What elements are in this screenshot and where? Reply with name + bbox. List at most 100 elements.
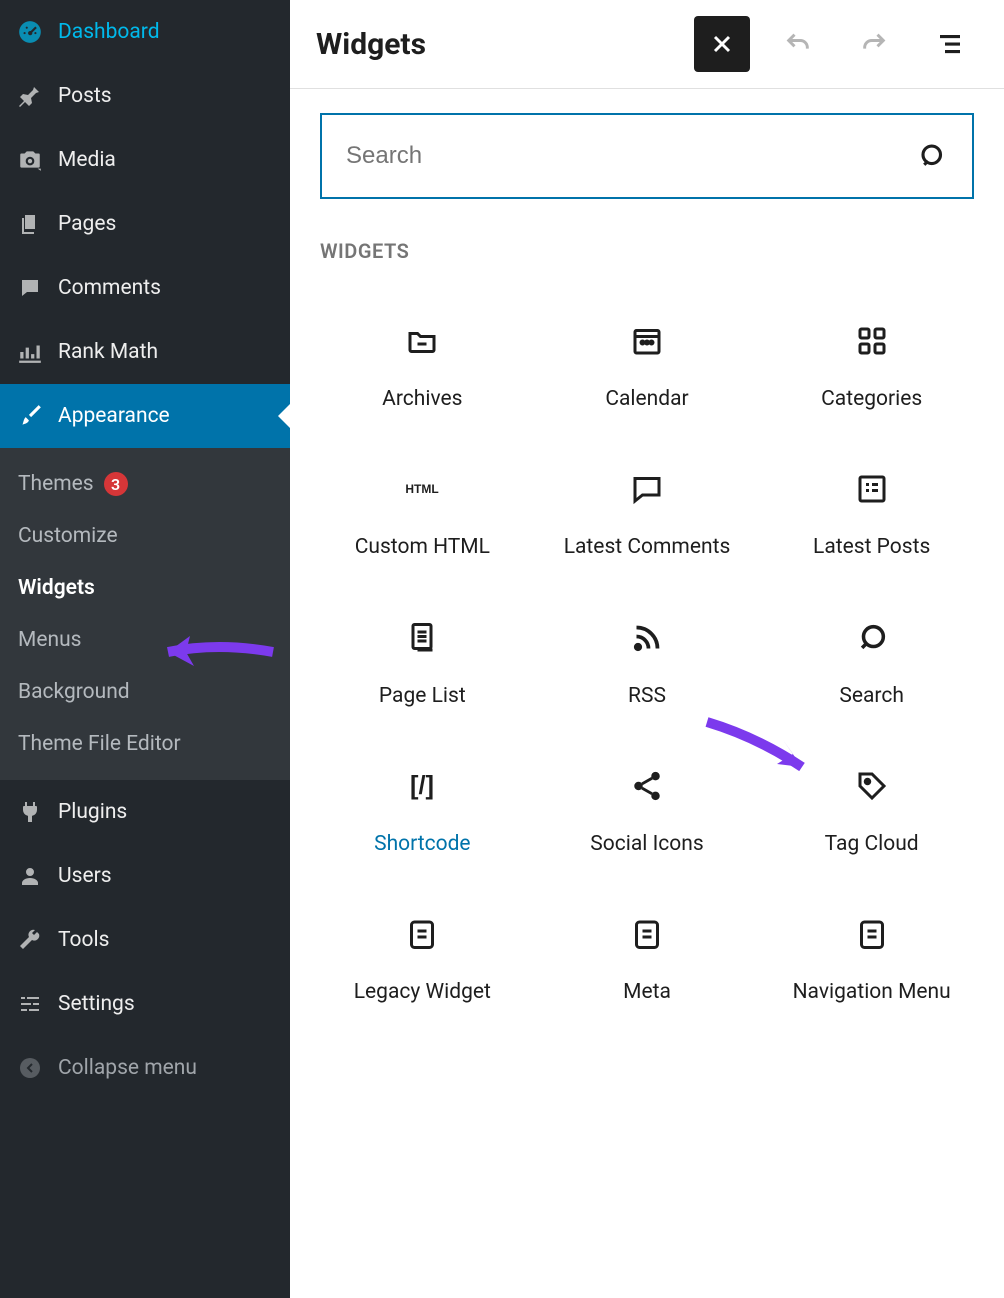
sidebar-item-rankmath[interactable]: Rank Math [0,320,290,384]
categories-icon [852,321,892,361]
redo-icon [860,30,888,58]
close-inserter-button[interactable] [694,16,750,72]
widget-label: Search [839,682,904,710]
submenu-label: Themes [18,472,94,496]
widget-label: Navigation Menu [793,978,951,1006]
widget-label: Legacy Widget [354,978,491,1006]
admin-sidebar: Dashboard Posts Media Pages Comments Ran… [0,0,290,1298]
undo-button[interactable] [770,16,826,72]
svg-text:[/]: [/] [410,772,434,800]
appearance-submenu: Themes 3 Customize Widgets Menus Backgro… [0,448,290,780]
main-content: Widgets Widgets [290,0,1004,1298]
camera-icon [16,146,44,174]
sidebar-item-label: Posts [58,84,112,108]
comment-bubble-icon [627,469,667,509]
search-widget-icon [852,618,892,658]
sidebar-item-collapse[interactable]: Collapse menu [0,1036,290,1100]
submenu-item-widgets[interactable]: Widgets [0,562,290,614]
submenu-item-background[interactable]: Background [0,666,290,718]
sidebar-item-tools[interactable]: Tools [0,908,290,972]
wrench-icon [16,926,44,954]
user-icon [16,862,44,890]
redo-button[interactable] [846,16,902,72]
sidebar-item-label: Comments [58,276,161,300]
widget-calendar[interactable]: Calendar [545,311,750,423]
widget-categories[interactable]: Categories [769,311,974,423]
sidebar-item-settings[interactable]: Settings [0,972,290,1036]
widget-page-list[interactable]: Page List [320,608,525,720]
collapse-icon [16,1054,44,1082]
editor-topbar: Widgets [290,0,1004,89]
list-view-button[interactable] [922,16,978,72]
widget-rss[interactable]: RSS [545,608,750,720]
sidebar-item-plugins[interactable]: Plugins [0,780,290,844]
sidebar-item-label: Dashboard [58,20,160,44]
sliders-icon [16,990,44,1018]
sidebar-item-label: Pages [58,212,116,236]
widget-label: Latest Comments [564,533,731,561]
shortcode-icon: [/] [402,766,442,806]
widget-label: Tag Cloud [825,830,919,858]
dashboard-icon [16,18,44,46]
sidebar-item-users[interactable]: Users [0,844,290,908]
archives-icon [402,321,442,361]
submenu-item-menus[interactable]: Menus [0,614,290,666]
sidebar-item-label: Collapse menu [58,1056,197,1080]
widget-social-icons[interactable]: Social Icons [545,756,750,868]
submenu-label: Customize [18,524,118,548]
submenu-item-themes[interactable]: Themes 3 [0,458,290,510]
undo-icon [784,30,812,58]
sidebar-item-media[interactable]: Media [0,128,290,192]
submenu-label: Menus [18,628,81,652]
sidebar-item-label: Media [58,148,116,172]
submenu-item-customize[interactable]: Customize [0,510,290,562]
sidebar-item-posts[interactable]: Posts [0,64,290,128]
widget-latest-comments[interactable]: Latest Comments [545,459,750,571]
sidebar-item-comments[interactable]: Comments [0,256,290,320]
widget-tag-cloud[interactable]: Tag Cloud [769,756,974,868]
sidebar-item-dashboard[interactable]: Dashboard [0,0,290,64]
search-input[interactable] [346,142,918,170]
meta-icon [627,914,667,954]
widget-navigation-menu[interactable]: Navigation Menu [769,904,974,1016]
search-icon [918,141,948,171]
pin-icon [16,82,44,110]
widget-label: Meta [623,978,671,1006]
chart-icon [16,338,44,366]
widget-shortcode[interactable]: [/] Shortcode [320,756,525,868]
html-icon: HTML [402,469,442,509]
widget-label: Latest Posts [813,533,930,561]
widget-label: Calendar [605,385,688,413]
page-title: Widgets [316,27,426,62]
widget-custom-html[interactable]: HTML Custom HTML [320,459,525,571]
sidebar-item-label: Appearance [58,404,170,428]
share-icon [627,766,667,806]
sidebar-item-label: Tools [58,928,109,952]
comment-icon [16,274,44,302]
widget-meta[interactable]: Meta [545,904,750,1016]
widget-search[interactable]: Search [769,608,974,720]
pages-icon [16,210,44,238]
widget-label: Social Icons [590,830,703,858]
widget-archives[interactable]: Archives [320,311,525,423]
submenu-item-theme-file-editor[interactable]: Theme File Editor [0,718,290,770]
list-view-icon [935,29,965,59]
inserter-panel: Widgets Archives Calendar Categories [290,89,1004,1041]
submenu-label: Theme File Editor [18,732,181,756]
submenu-label: Widgets [18,576,95,600]
widgets-section-label: Widgets [320,239,974,263]
svg-text:HTML: HTML [406,482,439,496]
widget-legacy-widget[interactable]: Legacy Widget [320,904,525,1016]
submenu-label: Background [18,680,130,704]
navigation-menu-icon [852,914,892,954]
update-badge: 3 [104,472,128,496]
widget-label: Shortcode [374,830,470,858]
sidebar-item-appearance[interactable]: Appearance [0,384,290,448]
widget-label: Categories [821,385,922,413]
widget-label: Archives [382,385,462,413]
widget-latest-posts[interactable]: Latest Posts [769,459,974,571]
legacy-widget-icon [402,914,442,954]
sidebar-item-pages[interactable]: Pages [0,192,290,256]
widget-grid: Archives Calendar Categories HTML Custom… [320,311,974,1017]
search-field-wrapper[interactable] [320,113,974,199]
